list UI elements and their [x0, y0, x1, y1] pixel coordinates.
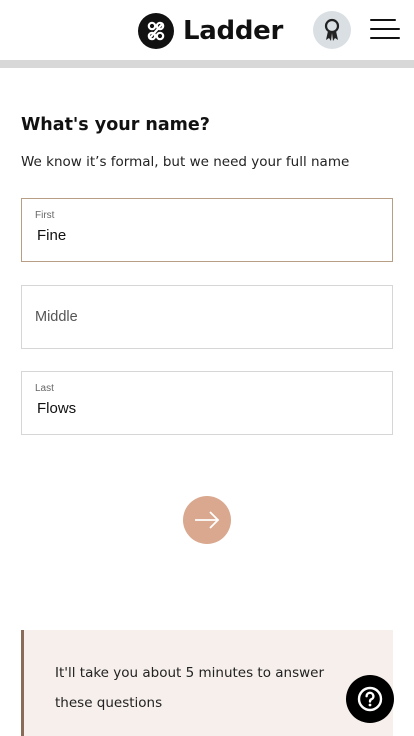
last-name-value[interactable]: Flows — [37, 400, 76, 417]
first-name-field[interactable]: First Fine — [21, 198, 393, 262]
app-header: Ladder — [0, 0, 414, 60]
ladder-logo-icon — [138, 13, 174, 49]
question-mark-icon — [357, 686, 383, 712]
first-name-label: First — [35, 210, 55, 221]
hamburger-menu-icon[interactable] — [370, 17, 400, 41]
middle-name-field[interactable]: Middle — [21, 285, 393, 349]
first-name-value[interactable]: Fine — [37, 227, 66, 244]
info-box: It'll take you about 5 minutes to answer… — [21, 630, 393, 736]
next-button[interactable] — [183, 496, 231, 544]
last-name-field[interactable]: Last Flows — [21, 371, 393, 435]
last-name-label: Last — [35, 383, 54, 394]
brand-logo[interactable]: Ladder — [138, 13, 283, 49]
brand-name: Ladder — [183, 16, 283, 46]
header-divider — [0, 60, 414, 68]
award-ribbon-icon[interactable] — [313, 11, 351, 49]
arrow-right-icon — [195, 511, 220, 529]
question-title: What's your name? — [21, 115, 210, 135]
middle-name-placeholder[interactable]: Middle — [35, 309, 78, 325]
question-subtitle: We know it’s formal, but we need your fu… — [21, 154, 350, 170]
info-text: It'll take you about 5 minutes to answer… — [55, 665, 325, 711]
help-button[interactable] — [346, 675, 394, 723]
